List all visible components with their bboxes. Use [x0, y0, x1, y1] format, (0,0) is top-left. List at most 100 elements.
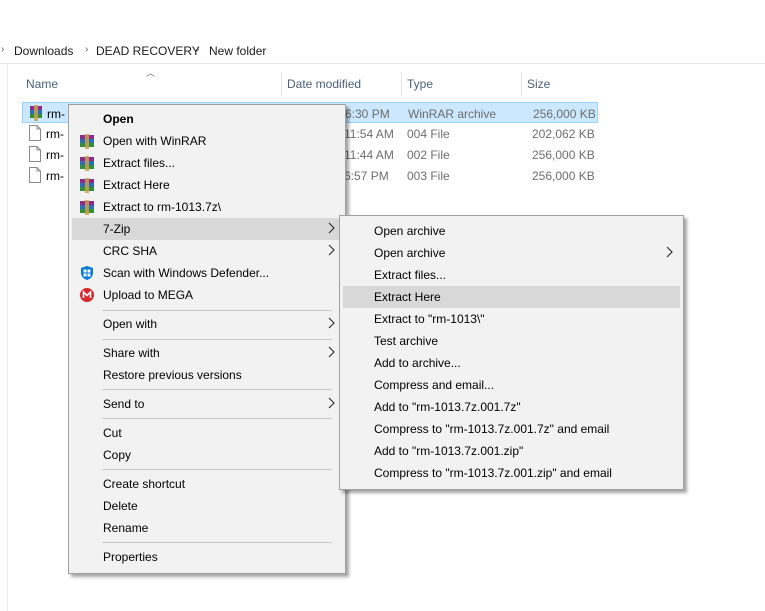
menu-separator: [102, 542, 332, 543]
menu-item-extract-to[interactable]: Extract to rm-1013.7z\: [72, 196, 342, 218]
file-size: 256,000 KB: [532, 169, 595, 183]
submenu-item-compress-7z-email[interactable]: Compress to "rm-1013.7z.001.7z" and emai…: [343, 418, 680, 440]
windows-defender-icon: [81, 266, 93, 280]
menu-item-properties[interactable]: Properties: [72, 546, 342, 568]
submenu-item-label: Open archive: [374, 246, 446, 260]
menu-item-label: Send to: [103, 397, 145, 411]
menu-item-rename[interactable]: Rename: [72, 517, 342, 539]
menu-separator: [102, 418, 332, 419]
menu-item-crc-sha[interactable]: CRC SHA: [72, 240, 342, 262]
submenu-item-open-archive[interactable]: Open archive: [343, 220, 680, 242]
winrar-icon: [80, 200, 94, 215]
submenu-item-label: Test archive: [374, 334, 439, 348]
column-header-date[interactable]: Date modified: [281, 71, 401, 96]
submenu-item-label: Extract Here: [374, 290, 441, 304]
menu-item-upload-mega[interactable]: Upload to MEGA: [72, 284, 342, 306]
context-menu: Open Open with WinRAR Extract files... E…: [68, 104, 346, 574]
column-header-name[interactable]: Name: [22, 71, 280, 96]
column-header-size[interactable]: Size: [521, 71, 601, 96]
submenu-item-label: Open archive: [374, 224, 446, 238]
column-header-type[interactable]: Type: [401, 71, 521, 96]
menu-item-7zip[interactable]: 7-Zip: [72, 218, 342, 240]
menu-item-label: CRC SHA: [103, 244, 158, 258]
menu-item-label: Cut: [103, 426, 122, 440]
menu-item-label: Rename: [103, 521, 149, 535]
column-header-name-label: Name: [26, 77, 59, 91]
breadcrumb-downloads[interactable]: Downloads: [14, 44, 73, 58]
file-date: 11:44 AM: [344, 148, 394, 162]
menu-item-label: Copy: [103, 448, 132, 462]
submenu-item-extract-files[interactable]: Extract files...: [343, 264, 680, 286]
submenu-item-label: Extract to "rm-1013\": [374, 312, 485, 326]
menu-item-label: Delete: [103, 499, 138, 513]
chevron-right-icon: [328, 397, 335, 409]
menu-item-copy[interactable]: Copy: [72, 444, 342, 466]
navigation-pane-edge: [0, 64, 8, 611]
chevron-right-icon: [328, 222, 335, 234]
chevron-right-icon[interactable]: ›: [85, 44, 88, 55]
menu-item-restore-versions[interactable]: Restore previous versions: [72, 364, 342, 386]
file-type: 004 File: [407, 127, 450, 141]
menu-item-create-shortcut[interactable]: Create shortcut: [72, 473, 342, 495]
submenu-item-add-to-7z[interactable]: Add to "rm-1013.7z.001.7z": [343, 396, 680, 418]
file-size: 256,000 KB: [532, 148, 595, 162]
menu-separator: [102, 310, 332, 311]
menu-item-cut[interactable]: Cut: [72, 422, 342, 444]
menu-item-scan-defender[interactable]: Scan with Windows Defender...: [72, 262, 342, 284]
file-type: WinRAR archive: [408, 107, 497, 121]
submenu-item-label: Compress to "rm-1013.7z.001.7z" and emai…: [374, 422, 610, 436]
menu-separator: [102, 469, 332, 470]
file-type: 002 File: [407, 148, 450, 162]
chevron-right-icon: [666, 246, 673, 258]
submenu-item-compress-zip-email[interactable]: Compress to "rm-1013.7z.001.zip" and ema…: [343, 462, 680, 484]
menu-item-open-with-winrar[interactable]: Open with WinRAR: [72, 130, 342, 152]
file-name: rm-: [46, 148, 64, 162]
column-header-size-label: Size: [527, 77, 551, 91]
menu-item-label: Extract Here: [103, 178, 170, 192]
mega-icon: [80, 288, 94, 302]
chevron-right-icon[interactable]: ›: [196, 44, 199, 55]
menu-item-send-to[interactable]: Send to: [72, 393, 342, 415]
menu-item-open-with[interactable]: Open with: [72, 313, 342, 335]
file-name: rm-: [47, 107, 65, 121]
breadcrumb: › Downloads › DEAD RECOVERY › New folder: [0, 40, 765, 64]
menu-item-share-with[interactable]: Share with: [72, 342, 342, 364]
file-icon: [29, 146, 41, 162]
file-icon: [29, 125, 41, 141]
file-type: 003 File: [407, 169, 450, 183]
chevron-right-icon: [328, 346, 335, 358]
submenu-item-open-archive-with[interactable]: Open archive: [343, 242, 680, 264]
submenu-item-label: Extract files...: [374, 268, 447, 282]
menu-item-label: Share with: [103, 346, 160, 360]
file-icon: [29, 167, 41, 183]
breadcrumb-new-folder[interactable]: New folder: [209, 44, 266, 58]
chevron-right-icon: ›: [1, 44, 5, 55]
submenu-item-extract-to[interactable]: Extract to "rm-1013\": [343, 308, 680, 330]
file-size: 202,062 KB: [532, 127, 595, 141]
submenu-7zip: Open archive Open archive Extract files.…: [339, 215, 684, 490]
file-name: rm-: [46, 127, 64, 141]
menu-item-label: Extract files...: [103, 156, 176, 170]
chevron-right-icon: [328, 317, 335, 329]
submenu-item-add-to-archive[interactable]: Add to archive...: [343, 352, 680, 374]
submenu-item-add-to-zip[interactable]: Add to "rm-1013.7z.001.zip": [343, 440, 680, 462]
submenu-item-extract-here[interactable]: Extract Here: [343, 286, 680, 308]
menu-item-open[interactable]: Open: [72, 108, 342, 130]
menu-item-label: Scan with Windows Defender...: [103, 266, 270, 280]
menu-item-label: Open with WinRAR: [103, 134, 207, 148]
menu-item-extract-here[interactable]: Extract Here: [72, 174, 342, 196]
menu-item-delete[interactable]: Delete: [72, 495, 342, 517]
menu-item-extract-files[interactable]: Extract files...: [72, 152, 342, 174]
menu-item-label: Open: [103, 112, 134, 126]
submenu-item-label: Add to "rm-1013.7z.001.zip": [374, 444, 524, 458]
breadcrumb-dead-recovery[interactable]: DEAD RECOVERY: [96, 44, 200, 58]
winrar-icon: [30, 105, 42, 121]
menu-item-label: Create shortcut: [103, 477, 186, 491]
submenu-item-compress-and-email[interactable]: Compress and email...: [343, 374, 680, 396]
submenu-item-test-archive[interactable]: Test archive: [343, 330, 680, 352]
winrar-icon: [80, 134, 94, 149]
submenu-item-label: Compress to "rm-1013.7z.001.zip" and ema…: [374, 466, 612, 480]
menu-item-label: Open with: [103, 317, 158, 331]
column-header-date-label: Date modified: [287, 77, 362, 91]
file-date: 6:30 PM: [345, 107, 390, 121]
